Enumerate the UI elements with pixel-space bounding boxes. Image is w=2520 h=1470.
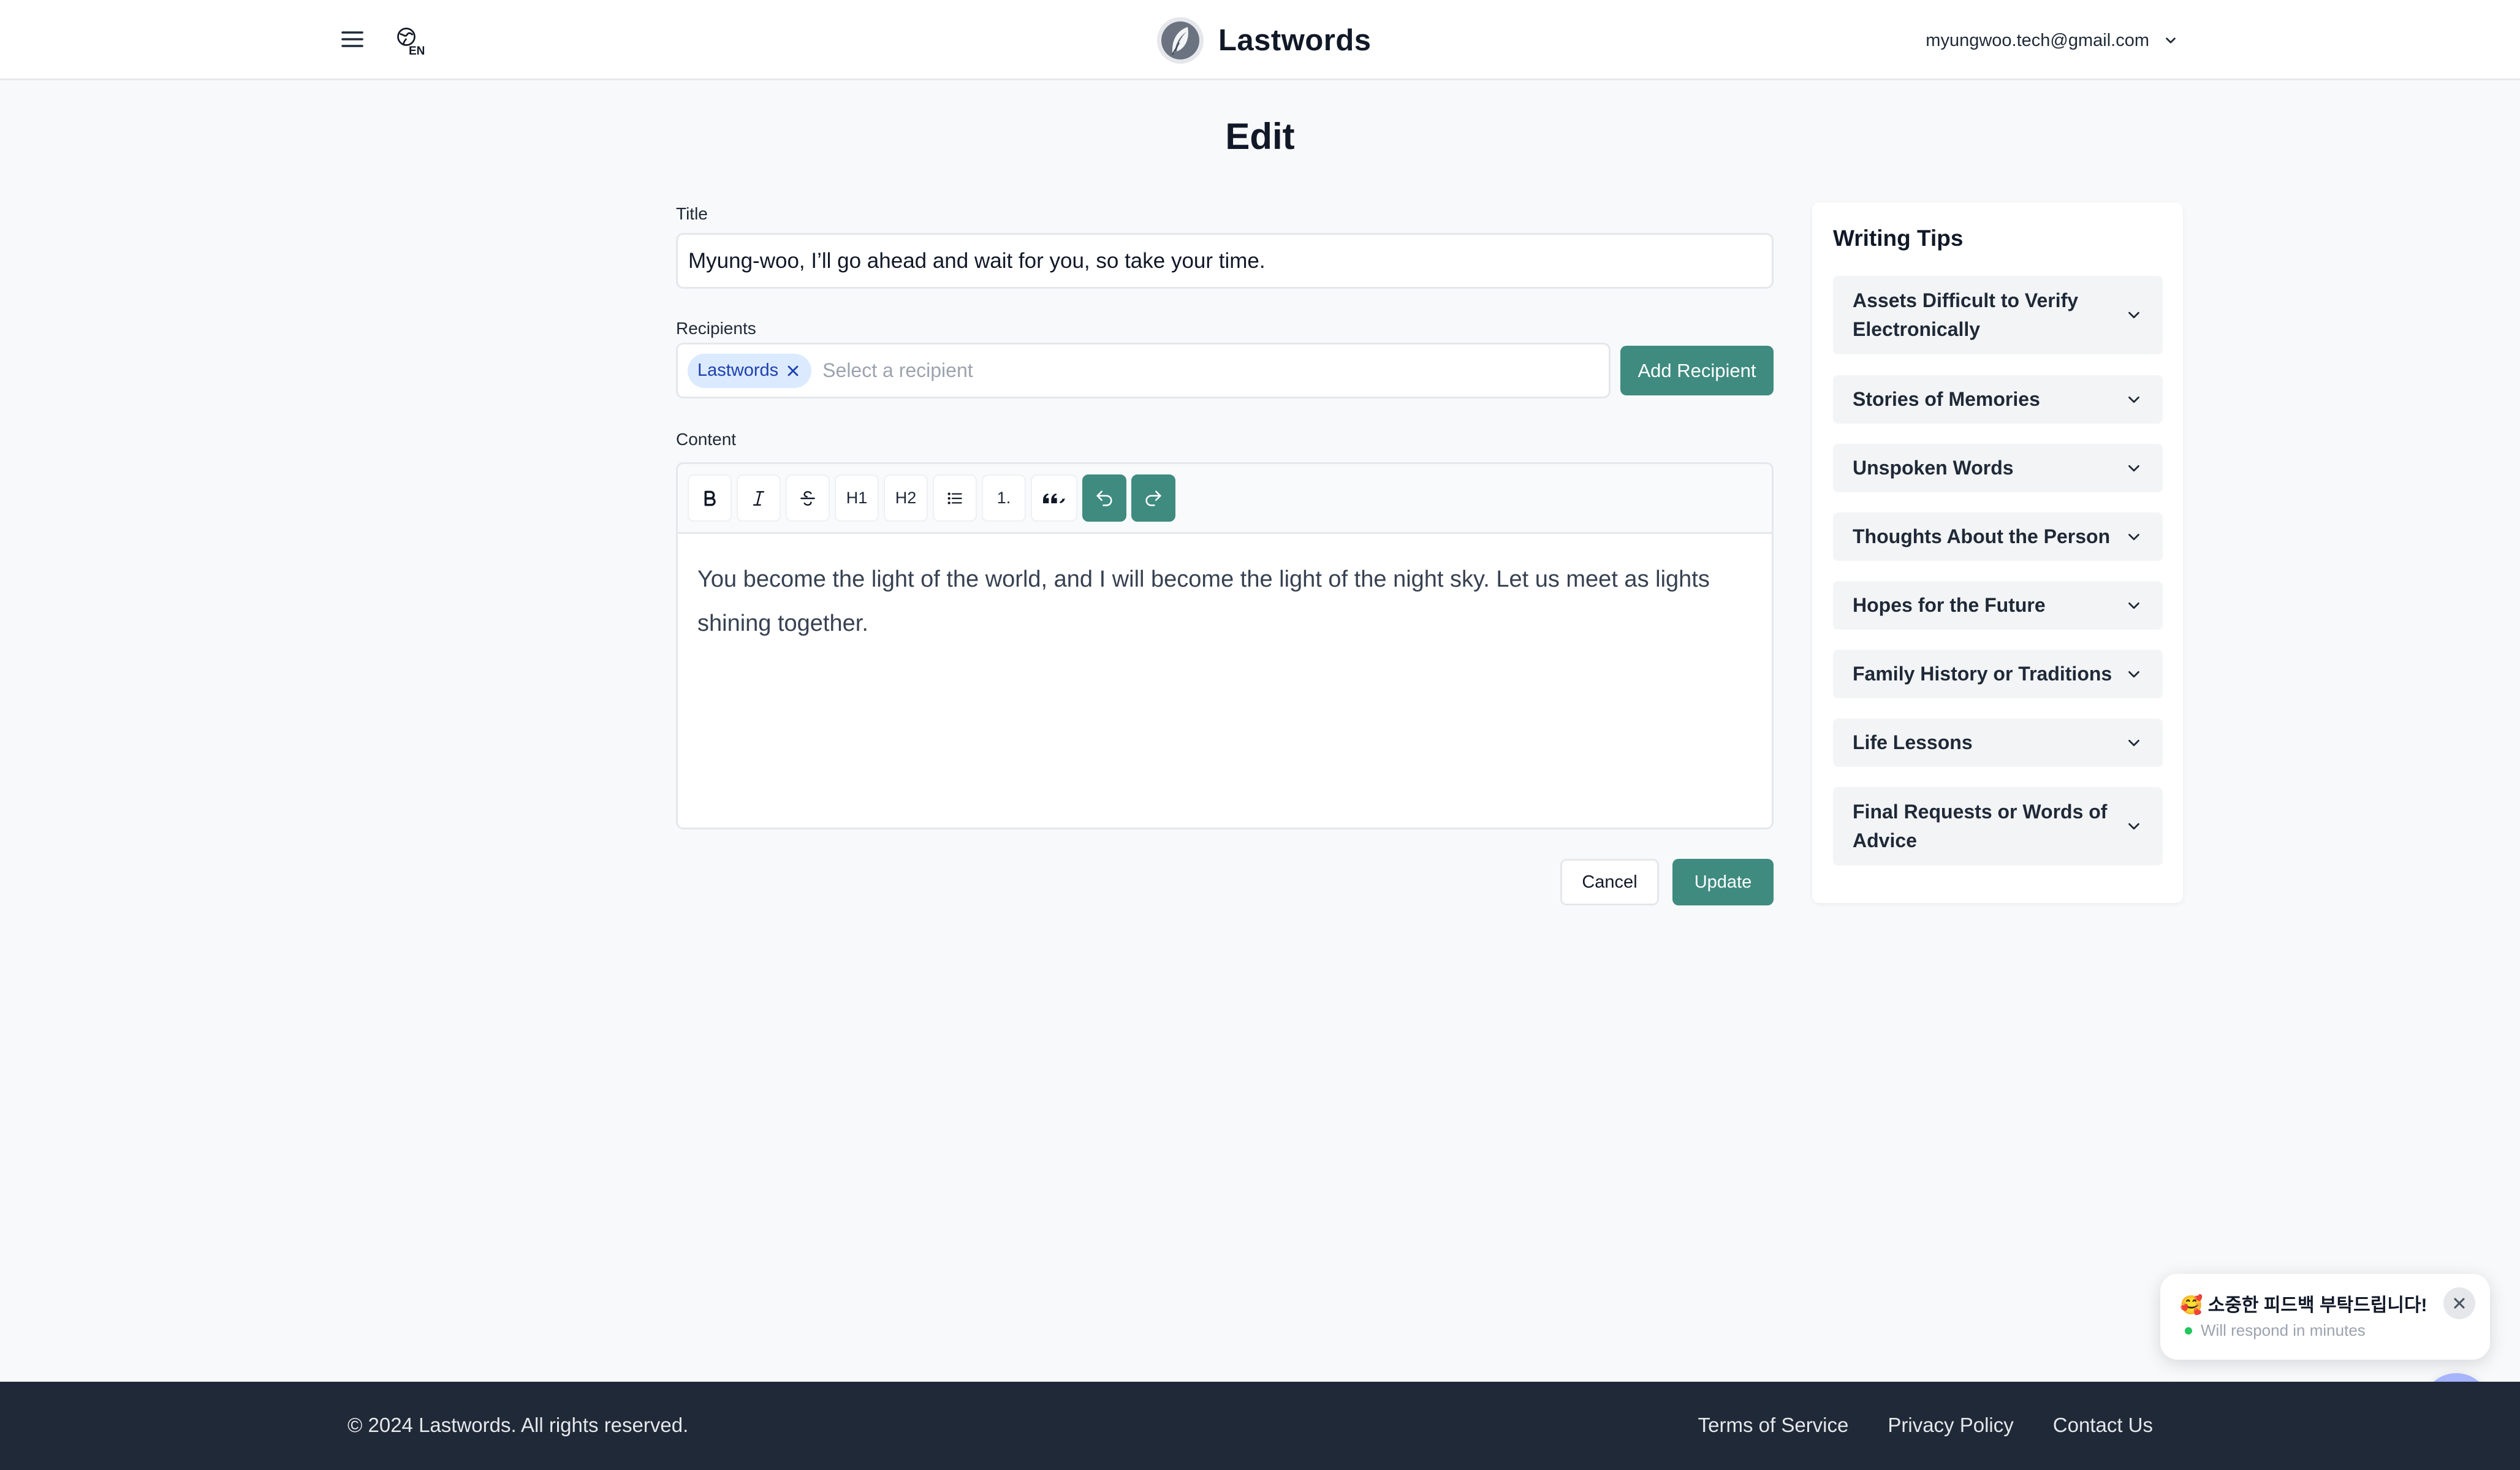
feedback-close-button[interactable]: [2443, 1287, 2475, 1319]
title-input[interactable]: [676, 233, 1774, 289]
blockquote-button[interactable]: [1031, 474, 1077, 522]
bullet-list-button[interactable]: [933, 474, 977, 522]
heading1-button[interactable]: H1: [835, 474, 879, 522]
tip-label: Stories of Memories: [1853, 388, 2040, 410]
chevron-down-icon: [2128, 465, 2139, 471]
redo-button[interactable]: [1131, 474, 1175, 522]
rich-text-editor: H1 H2 1. You become the light of the wor…: [676, 462, 1774, 829]
ordered-list-label: 1.: [996, 489, 1011, 507]
brand-name: Lastwords: [1218, 24, 1372, 57]
add-recipient-button[interactable]: Add Recipient: [1620, 346, 1774, 395]
feather-logo-icon: [1157, 17, 1204, 64]
feedback-status-text: Will respond in minutes: [2201, 1321, 2366, 1339]
feedback-popup[interactable]: 🥰 소중한 피드백 부탁드립니다! Will respond in minute…: [2160, 1274, 2490, 1360]
chevron-down-icon: [2128, 739, 2139, 746]
chevron-down-icon: [2128, 396, 2139, 403]
footer-link-contact[interactable]: Contact Us: [2053, 1414, 2153, 1437]
editor-toolbar: H1 H2 1.: [678, 464, 1772, 534]
brand-home-link[interactable]: Lastwords: [1156, 13, 1372, 67]
editor-content[interactable]: You become the light of the world, and I…: [678, 534, 1772, 669]
feedback-status: Will respond in minutes: [2185, 1321, 2366, 1340]
cancel-button[interactable]: Cancel: [1560, 859, 1659, 905]
chevron-down-icon: [2128, 602, 2139, 609]
update-button[interactable]: Update: [1672, 859, 1774, 905]
recipients-select[interactable]: Lastwords: [676, 343, 1611, 398]
page-title: Edit: [1225, 116, 1295, 157]
tip-label: Assets Difficult to Verify Electronicall…: [1853, 289, 2079, 340]
strikethrough-icon: [800, 490, 815, 506]
tip-label: Life Lessons: [1853, 731, 1973, 753]
chevron-down-icon: [2128, 823, 2139, 830]
heading2-label: H2: [895, 489, 917, 507]
feedback-message: 🥰 소중한 피드백 부탁드립니다!: [2180, 1295, 2427, 1316]
heading2-button[interactable]: H2: [884, 474, 928, 522]
tip-item[interactable]: Final Requests or Words of Advice: [1833, 787, 2163, 866]
tip-label: Hopes for the Future: [1853, 594, 2046, 616]
italic-button[interactable]: [737, 474, 781, 522]
tip-item[interactable]: Thoughts About the Person: [1833, 512, 2163, 561]
title-label: Title: [676, 204, 708, 223]
tip-item[interactable]: Family History or Traditions: [1833, 650, 2163, 698]
writing-tips-title: Writing Tips: [1833, 226, 1964, 251]
bold-icon: [704, 490, 716, 506]
account-menu[interactable]: myungwoo.tech@gmail.com: [1926, 26, 2179, 55]
redo-icon: [1145, 490, 1161, 506]
strikethrough-button[interactable]: [786, 474, 830, 522]
close-icon[interactable]: [784, 362, 802, 379]
account-email: myungwoo.tech@gmail.com: [1926, 30, 2149, 50]
bullet-list-icon: [947, 492, 962, 504]
undo-icon: [1096, 490, 1112, 506]
footer-link-terms[interactable]: Terms of Service: [1698, 1414, 1849, 1437]
tip-label: Family History or Traditions: [1853, 663, 2112, 685]
tip-label: Thoughts About the Person: [1853, 525, 2111, 547]
recipient-search-input[interactable]: [822, 359, 1436, 382]
copyright-text: © 2024 Lastwords. All rights reserved.: [347, 1414, 689, 1436]
ordered-list-button[interactable]: 1.: [982, 474, 1026, 522]
tip-item[interactable]: Stories of Memories: [1833, 375, 2163, 424]
footer: © 2024 Lastwords. All rights reserved. T…: [0, 1382, 2520, 1470]
top-navbar: EN Lastwords myungwoo.tech@gmail.com: [0, 0, 2520, 80]
recipient-chip-label: Lastwords: [697, 360, 779, 380]
close-icon: [2454, 1298, 2465, 1309]
recipients-label: Recipients: [676, 319, 756, 338]
chevron-down-icon: [2166, 37, 2176, 44]
tip-item[interactable]: Unspoken Words: [1833, 444, 2163, 492]
online-status-dot: [2185, 1327, 2192, 1335]
footer-links: Terms of Service Privacy Policy Contact …: [1698, 1414, 2153, 1437]
footer-link-privacy[interactable]: Privacy Policy: [1888, 1414, 2013, 1437]
menu-icon[interactable]: [338, 25, 367, 54]
undo-button[interactable]: [1082, 474, 1126, 522]
tip-label: Final Requests or Words of Advice: [1853, 801, 2108, 851]
bold-button[interactable]: [688, 474, 732, 522]
recipient-chip: Lastwords: [688, 353, 812, 388]
tip-item[interactable]: Life Lessons: [1833, 718, 2163, 767]
tip-label: Unspoken Words: [1853, 457, 2014, 479]
content-label: Content: [676, 430, 737, 449]
chevron-down-icon: [2128, 671, 2139, 677]
language-code: EN: [409, 45, 425, 58]
tip-item[interactable]: Assets Difficult to Verify Electronicall…: [1833, 276, 2163, 354]
chevron-down-icon: [2128, 533, 2139, 540]
quote-icon: [1043, 493, 1065, 503]
chevron-down-icon: [2128, 311, 2139, 319]
writing-tips-panel: Writing Tips Assets Difficult to Verify …: [1812, 202, 2183, 903]
heading1-label: H1: [846, 489, 868, 507]
tip-item[interactable]: Hopes for the Future: [1833, 581, 2163, 630]
language-switcher[interactable]: EN: [395, 26, 430, 61]
italic-icon: [753, 490, 765, 506]
